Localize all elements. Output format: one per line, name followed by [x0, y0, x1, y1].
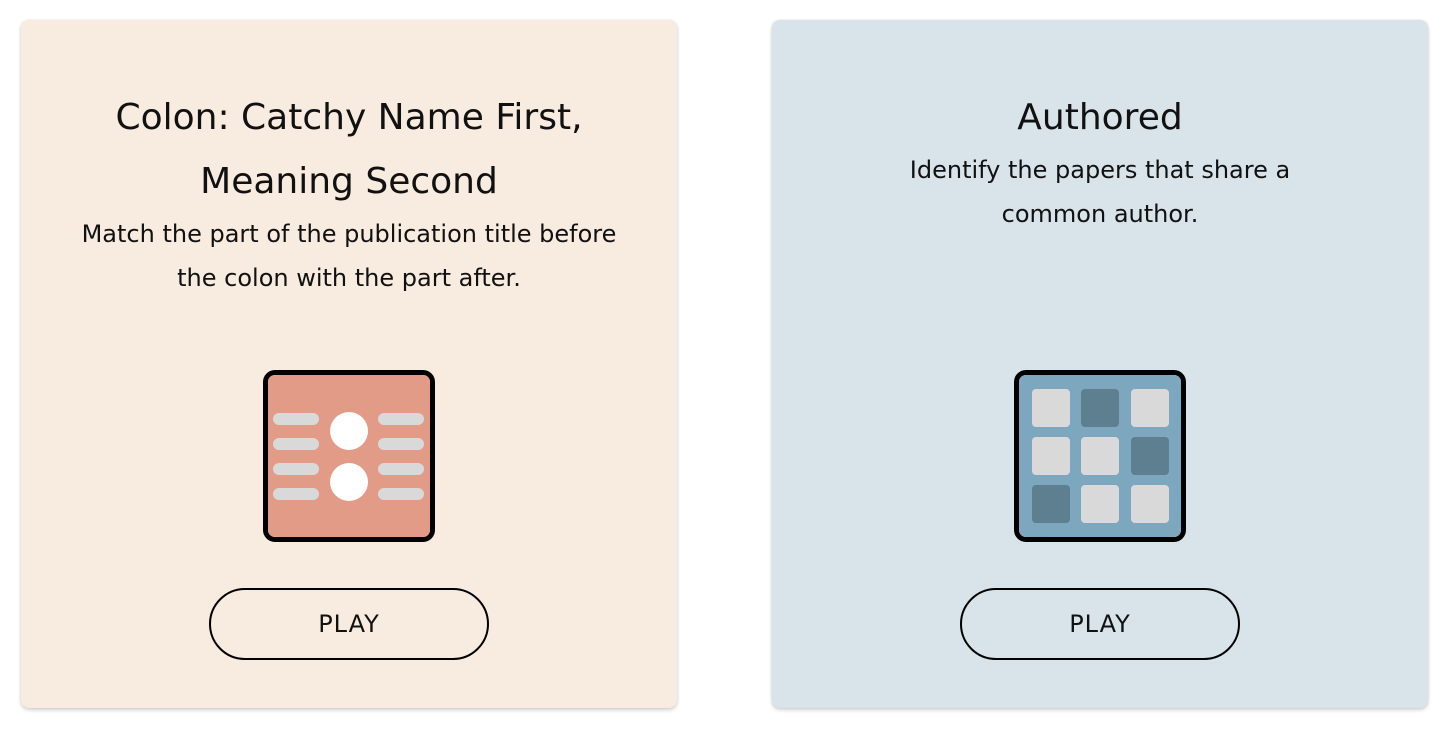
card-description: Match the part of the publication title …	[81, 220, 617, 292]
play-button[interactable]: PLAY	[209, 588, 489, 660]
play-button[interactable]: PLAY	[960, 588, 1240, 660]
card-title: Authored	[1017, 97, 1183, 138]
colon-match-icon	[263, 370, 435, 542]
game-card-authored: Authored Identify the papers that share …	[772, 20, 1428, 708]
game-card-colon: Colon: Catchy Name First, Meaning Second…	[21, 20, 677, 708]
card-title: Colon: Catchy Name First, Meaning Second	[115, 97, 583, 202]
tile-grid-icon	[1014, 370, 1186, 542]
card-description: Identify the papers that share a common …	[909, 156, 1291, 228]
